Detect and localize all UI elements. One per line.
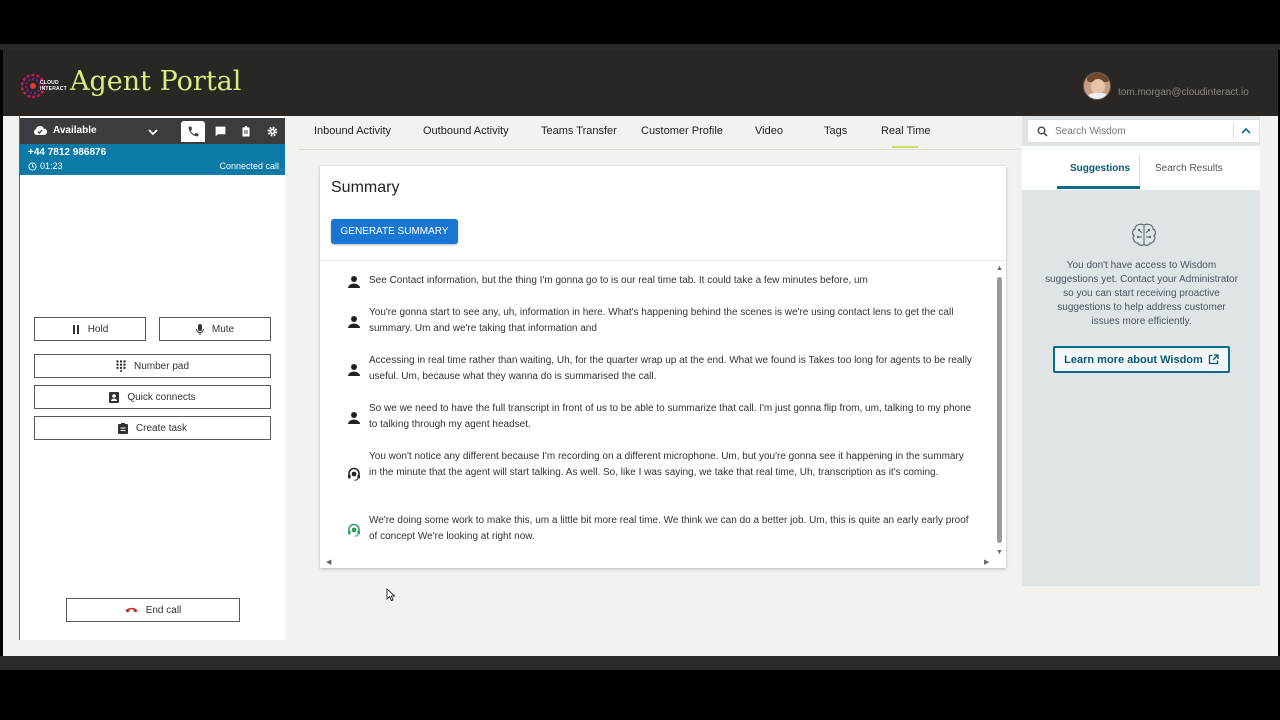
- customer-speaker-icon: [348, 364, 360, 376]
- scroll-down-arrow[interactable]: ▼: [996, 549, 1003, 556]
- agent-headset-icon: [348, 467, 360, 481]
- tab-tags[interactable]: Tags: [824, 125, 847, 137]
- wisdom-access-message: You don't have access to Wisdom suggesti…: [1045, 260, 1238, 327]
- user-avatar[interactable]: [1083, 72, 1111, 100]
- ccp-toolbar: Available: [20, 118, 285, 144]
- quick-connects-button[interactable]: Quick connects: [34, 385, 271, 409]
- gear-icon: [267, 126, 277, 137]
- tab-real-time[interactable]: Real Time: [881, 125, 931, 137]
- wisdom-search-bar: [1027, 119, 1260, 143]
- tab-suggestions[interactable]: Suggestions: [1070, 163, 1130, 174]
- clipboard-icon: [242, 126, 250, 137]
- end-call-button[interactable]: End call: [66, 598, 240, 622]
- customer-speaker-icon: [348, 316, 360, 328]
- settings-button[interactable]: [260, 121, 284, 142]
- mouse-cursor: [386, 588, 396, 602]
- transcript-line: You're gonna start to see any, uh, infor…: [369, 307, 954, 334]
- hold-button[interactable]: Hold: [34, 317, 146, 341]
- summary-title: Summary: [331, 179, 400, 196]
- mute-button[interactable]: Mute: [159, 317, 271, 341]
- tab-customer-profile[interactable]: Customer Profile: [641, 125, 723, 137]
- contact-card-icon: [109, 391, 120, 403]
- pause-icon: [72, 324, 79, 334]
- tab-teams-transfer[interactable]: Teams Transfer: [541, 125, 617, 137]
- scroll-right-arrow[interactable]: ▶: [984, 558, 989, 566]
- wisdom-tabs: Suggestions Search Results: [1022, 146, 1260, 190]
- user-email: tom.morgan@cloudinteract.io: [1118, 87, 1249, 98]
- active-tab-indicator: [892, 146, 918, 148]
- screen: CLOUD INTERACT Agent Portal tom.morgan@c…: [0, 0, 1280, 720]
- learn-more-wisdom-button[interactable]: Learn more about Wisdom: [1053, 346, 1230, 373]
- transcript-line: You won't notice any different because I…: [369, 451, 964, 478]
- customer-speaker-icon: [348, 412, 360, 424]
- caller-number: +44 7812 986876: [28, 147, 107, 158]
- tab-video[interactable]: Video: [755, 125, 783, 137]
- agent-status-label: Available: [53, 125, 97, 136]
- customer-speaker-icon: [348, 276, 360, 288]
- transcript-list[interactable]: See Contact information, but the thing I…: [320, 260, 1006, 568]
- transcript-line: Accessing in real time rather than waiti…: [369, 355, 972, 382]
- bottom-border: [0, 656, 1280, 670]
- call-timer: 01:23: [28, 161, 63, 171]
- search-icon: [1037, 126, 1048, 137]
- wisdom-panel: Suggestions Search Results You don't hav…: [1022, 116, 1260, 586]
- dialpad-icon: [116, 360, 126, 372]
- scrollbar-thumb[interactable]: [997, 277, 1002, 543]
- transcript-line: So we we need to have the full transcrip…: [369, 403, 972, 430]
- app-title: Agent Portal: [70, 66, 242, 97]
- transcript-line: We're doing some work to make this, um a…: [369, 515, 969, 542]
- active-wisdom-tab-indicator: [1057, 186, 1140, 189]
- app-header: CLOUD INTERACT Agent Portal tom.morgan@c…: [3, 50, 1278, 116]
- chevron-up-icon[interactable]: [1241, 127, 1251, 135]
- summary-card: Summary GENERATE SUMMARY See Contact inf…: [320, 166, 1006, 568]
- external-link-icon: [1208, 354, 1219, 365]
- brain-icon: [1132, 223, 1156, 246]
- cloud-check-icon: [33, 125, 47, 135]
- phone-icon: [188, 126, 198, 137]
- chat-tab-button[interactable]: [208, 121, 232, 142]
- transcript-line: See Contact information, but the thing I…: [369, 275, 868, 286]
- phone-tab-button[interactable]: [181, 121, 205, 142]
- tab-inbound-activity[interactable]: Inbound Activity: [314, 125, 391, 137]
- chevron-down-icon[interactable]: [147, 126, 159, 138]
- scroll-up-arrow[interactable]: ▲: [996, 265, 1003, 272]
- clock-icon: [28, 161, 37, 171]
- clipboard-icon: [117, 422, 128, 434]
- create-task-button[interactable]: Create task: [34, 416, 271, 440]
- scroll-left-arrow[interactable]: ◀: [326, 558, 331, 566]
- active-call-bar: +44 7812 986876 01:23 Connected call: [20, 144, 285, 175]
- call-status: Connected call: [219, 161, 279, 171]
- tasks-tab-button[interactable]: [234, 121, 258, 142]
- tab-search-results[interactable]: Search Results: [1155, 163, 1223, 174]
- contact-control-panel: Available +44 7812 986876 01:23 Connecte…: [19, 116, 285, 640]
- microphone-icon: [195, 323, 204, 335]
- number-pad-button[interactable]: Number pad: [34, 354, 271, 378]
- tab-outbound-activity[interactable]: Outbound Activity: [423, 125, 509, 137]
- agent-status-dropdown[interactable]: Available: [33, 125, 97, 136]
- hang-up-icon: [125, 607, 138, 613]
- wisdom-search-input[interactable]: [1055, 123, 1225, 139]
- agent-headset-icon: [348, 523, 360, 537]
- generate-summary-button[interactable]: GENERATE SUMMARY: [331, 219, 458, 244]
- agent-portal-app: CLOUD INTERACT Agent Portal tom.morgan@c…: [3, 50, 1278, 656]
- vertical-scrollbar[interactable]: ▲ ▼: [996, 265, 1004, 557]
- main-tabs: Inbound Activity Outbound Activity Teams…: [299, 116, 1023, 150]
- chat-icon: [215, 126, 225, 137]
- logo-text: CLOUD INTERACT: [40, 80, 67, 92]
